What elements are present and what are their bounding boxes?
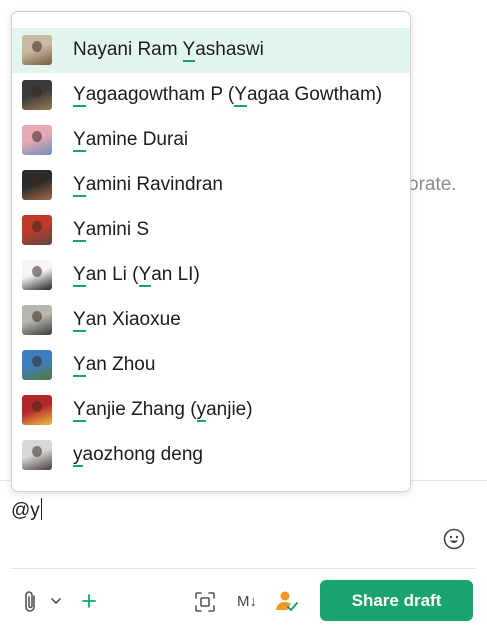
match-highlight: Y <box>73 309 86 330</box>
match-highlight: Y <box>73 399 86 420</box>
composer-input[interactable]: @y <box>11 498 42 522</box>
emoji-icon <box>443 528 465 550</box>
mention-option-name: Yamini S <box>73 219 149 241</box>
screen-capture-icon <box>195 592 215 612</box>
name-segment: an Li ( <box>85 264 139 285</box>
markdown-button[interactable]: M↓ <box>233 589 261 613</box>
mention-option-name: Yan Zhou <box>73 354 155 376</box>
attach-button[interactable] <box>20 589 42 615</box>
mention-option-name: yaozhong deng <box>73 444 203 466</box>
person-check-icon <box>276 591 298 611</box>
match-highlight: y <box>73 444 83 465</box>
name-segment: yani Ram <box>97 39 183 60</box>
name-segment: aozhong deng <box>82 444 203 465</box>
mention-dropdown: Nayani Ram Yashaswi Yagaagowtham P (Yagaa… <box>11 11 411 492</box>
avatar <box>22 350 52 380</box>
mention-option[interactable]: Yan Zhou <box>12 343 410 388</box>
avatar <box>22 395 52 425</box>
avatar <box>22 305 52 335</box>
mention-option-name: Yamini Ravindran <box>73 174 223 196</box>
name-segment: amine Durai <box>85 129 189 150</box>
match-highlight: Y <box>73 129 86 150</box>
name-segment: anjie) <box>206 399 253 420</box>
avatar-head <box>32 41 42 52</box>
add-button[interactable] <box>78 589 100 613</box>
mention-option[interactable]: Yamine Durai <box>12 118 410 163</box>
mention-option[interactable]: Yan Li (Yan LI) <box>12 253 410 298</box>
name-segment: agaagowtham P ( <box>85 84 235 105</box>
mention-option[interactable]: Nayani Ram Yashaswi <box>12 28 410 73</box>
mention-option[interactable]: Yanjie Zhang (yanjie) <box>12 388 410 433</box>
name-segment: amini S <box>85 219 150 240</box>
mention-option[interactable]: Yagaagowtham P (Yagaa Gowtham) <box>12 73 410 118</box>
match-highlight: Y <box>182 39 196 60</box>
mention-option-name: Yan Xiaoxue <box>73 309 181 331</box>
avatar-head <box>32 401 42 412</box>
avatar <box>22 80 52 110</box>
mention-option[interactable]: Yamini S <box>12 208 410 253</box>
markdown-icon: M↓ <box>237 592 257 610</box>
avatar-head <box>32 221 42 232</box>
name-segment: an Zhou <box>85 354 156 375</box>
match-highlight: Y <box>138 264 152 285</box>
match-highlight: Y <box>73 219 86 240</box>
name-segment: ashaswi <box>195 39 264 60</box>
avatar <box>22 215 52 245</box>
avatar-head <box>32 356 42 367</box>
match-highlight: Y <box>73 264 86 285</box>
emoji-button[interactable] <box>443 528 465 550</box>
avatar <box>22 440 52 470</box>
avatar-head <box>32 131 42 142</box>
mention-option[interactable]: Yan Xiaoxue <box>12 298 410 343</box>
match-highlight: y <box>196 399 207 420</box>
mention-option[interactable]: Yamini Ravindran <box>12 163 410 208</box>
avatar-head <box>32 86 42 97</box>
mention-option-name: Yamine Durai <box>73 129 188 151</box>
match-highlight: Y <box>234 84 247 105</box>
composer-text-value: @y <box>11 500 40 521</box>
avatar <box>22 125 52 155</box>
avatar <box>22 35 52 65</box>
background-hint-text: orate. <box>408 174 457 195</box>
paperclip-icon <box>25 591 35 612</box>
name-segment: agaa Gowtham) <box>246 84 383 105</box>
attach-options-button[interactable] <box>48 591 64 611</box>
name-segment: an LI) <box>151 264 200 285</box>
match-highlight: Y <box>73 354 86 375</box>
match-highlight: Y <box>73 174 86 195</box>
name-segment: anjie Zhang ( <box>85 399 197 420</box>
person-action-button[interactable] <box>274 588 300 614</box>
avatar <box>22 260 52 290</box>
screenshot-button[interactable] <box>193 590 217 614</box>
mention-option-name: Yan Li (Yan LI) <box>73 264 200 286</box>
text-caret <box>40 498 42 520</box>
mention-option-name: Yanjie Zhang (yanjie) <box>73 399 253 421</box>
mention-option[interactable]: yaozhong deng <box>12 433 410 478</box>
avatar-head <box>32 176 42 187</box>
name-segment: N <box>73 39 87 60</box>
avatar-head <box>32 266 42 277</box>
mention-list: Nayani Ram Yashaswi Yagaagowtham P (Yagaa… <box>12 28 410 478</box>
app-canvas: orate. @y M↓ Share draft Nayani Ram Yash… <box>0 0 487 628</box>
mention-option-name: Yagaagowtham P (Yagaa Gowtham) <box>73 84 382 106</box>
chevron-down-icon <box>51 598 61 604</box>
share-draft-button[interactable]: Share draft <box>320 580 473 621</box>
avatar-head <box>32 311 42 322</box>
plus-icon <box>82 594 96 608</box>
name-segment: a <box>86 39 98 60</box>
match-highlight: Y <box>73 84 86 105</box>
avatar-head <box>32 446 42 457</box>
name-segment: an Xiaoxue <box>85 309 181 330</box>
name-segment: amini Ravindran <box>85 174 223 195</box>
avatar <box>22 170 52 200</box>
mention-option-name: Nayani Ram Yashaswi <box>73 39 264 61</box>
toolbar-divider <box>11 568 476 569</box>
